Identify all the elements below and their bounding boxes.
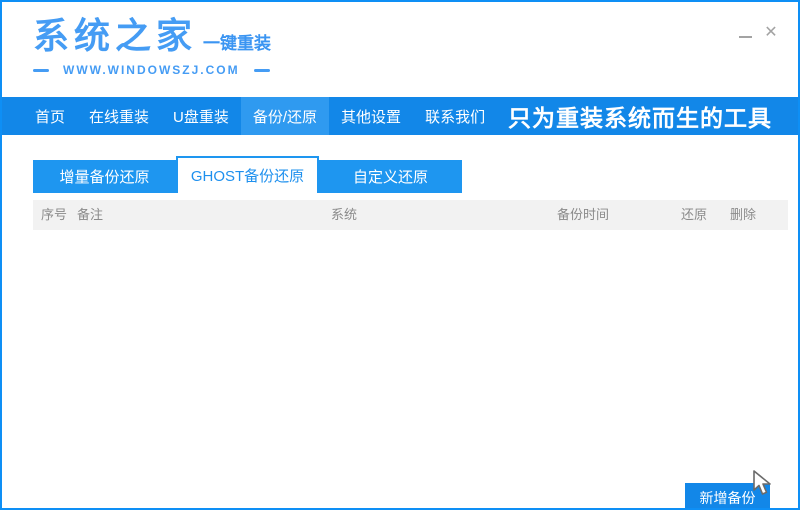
backup-table-header: 序号 备注 系统 备份时间 还原 删除 bbox=[33, 200, 788, 230]
tab-custom-restore[interactable]: 自定义还原 bbox=[319, 160, 462, 193]
column-header-index: 序号 bbox=[41, 207, 68, 222]
backup-tabs: 增量备份还原 GHOST备份还原 自定义还原 bbox=[33, 156, 798, 193]
tab-incremental-backup[interactable]: 增量备份还原 bbox=[33, 160, 176, 193]
window-controls: ✕ bbox=[732, 22, 784, 44]
content-area: 增量备份还原 GHOST备份还原 自定义还原 序号 备注 系统 备份时间 还原 … bbox=[2, 156, 798, 508]
nav-item-home[interactable]: 首页 bbox=[23, 97, 77, 135]
nav-item-contact-us[interactable]: 联系我们 bbox=[413, 97, 497, 135]
logo-tagline: 一键重装 bbox=[203, 34, 272, 53]
nav-item-online-reinstall[interactable]: 在线重装 bbox=[77, 97, 161, 135]
titlebar: 系统之家 一键重装 WWW.WINDOWSZJ.COM ✕ bbox=[2, 2, 798, 97]
app-window: 系统之家 一键重装 WWW.WINDOWSZJ.COM ✕ 首页 在线重装 U盘… bbox=[0, 0, 800, 510]
column-header-note: 备注 bbox=[77, 207, 104, 222]
close-icon: ✕ bbox=[764, 24, 778, 41]
website-text: WWW.WINDOWSZJ.COM bbox=[63, 63, 240, 77]
dash-line-right bbox=[253, 68, 270, 72]
column-header-delete: 删除 bbox=[730, 207, 757, 222]
add-backup-button[interactable]: 新增备份 bbox=[685, 483, 770, 508]
column-header-system: 系统 bbox=[331, 207, 358, 222]
close-button[interactable]: ✕ bbox=[758, 22, 784, 44]
column-header-backup-time: 备份时间 bbox=[557, 207, 610, 222]
minimize-button[interactable] bbox=[732, 22, 758, 44]
tab-ghost-backup[interactable]: GHOST备份还原 bbox=[176, 156, 319, 193]
main-nav: 首页 在线重装 U盘重装 备份/还原 其他设置 联系我们 只为重装系统而生的工具 bbox=[2, 97, 798, 135]
column-header-restore: 还原 bbox=[681, 207, 708, 222]
nav-item-other-settings[interactable]: 其他设置 bbox=[329, 97, 413, 135]
dash-line-left bbox=[33, 68, 49, 72]
nav-item-backup-restore[interactable]: 备份/还原 bbox=[240, 97, 330, 135]
website-row: WWW.WINDOWSZJ.COM bbox=[33, 63, 271, 77]
logo-text: 系统之家 bbox=[33, 15, 198, 56]
nav-slogan: 只为重装系统而生的工具 bbox=[508, 105, 772, 131]
brand-logo: 系统之家 一键重装 WWW.WINDOWSZJ.COM bbox=[33, 18, 271, 77]
minimize-icon bbox=[738, 36, 752, 38]
nav-item-usb-reinstall[interactable]: U盘重装 bbox=[161, 97, 241, 135]
backup-table-body bbox=[33, 230, 788, 455]
